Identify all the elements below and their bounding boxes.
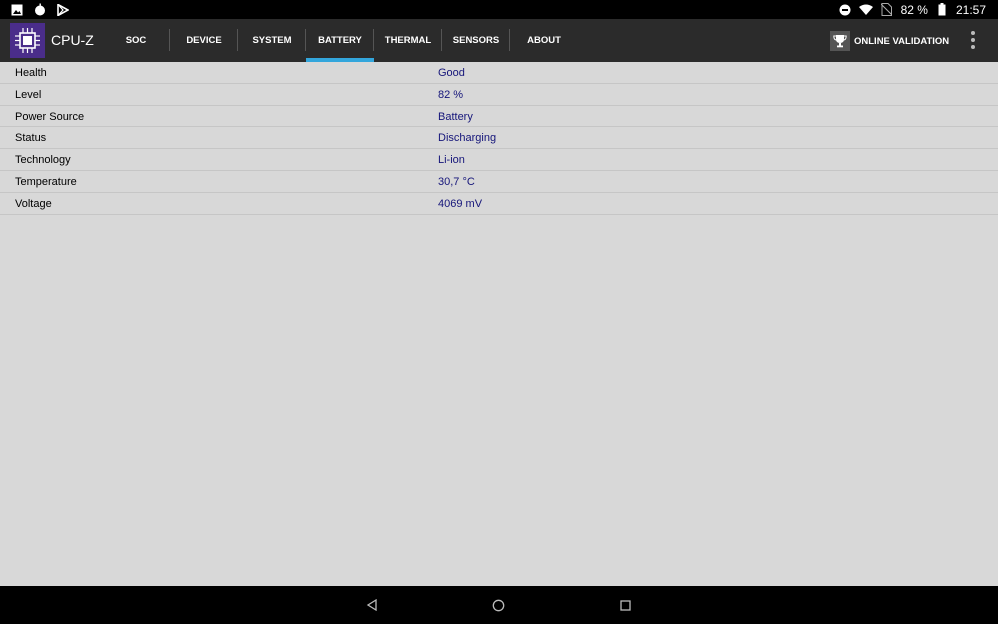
- system-status: 82 % 21:57: [838, 0, 986, 19]
- tab-label: SENSORS: [452, 35, 500, 46]
- info-value: 82 %: [438, 88, 464, 101]
- info-row-level: Level 82 %: [0, 84, 998, 106]
- recents-icon[interactable]: [616, 596, 634, 614]
- tab-device[interactable]: DEVICE: [170, 19, 238, 62]
- tab-label: SOC: [125, 35, 147, 46]
- apple-icon: [33, 3, 47, 17]
- info-row-status: Status Discharging: [0, 127, 998, 150]
- tab-label: THERMAL: [384, 35, 432, 46]
- info-row-voltage: Voltage 4069 mV: [0, 193, 998, 215]
- tab-label: SYSTEM: [252, 35, 292, 46]
- app-title: CPU-Z: [51, 32, 94, 48]
- app-bar: CPU-Z SOC DEVICE SYSTEM BATTERY THERMAL …: [0, 19, 998, 62]
- info-label: Temperature: [15, 175, 77, 188]
- info-row-technology: Technology Li-ion: [0, 149, 998, 171]
- battery-percent: 82 %: [900, 2, 928, 17]
- info-row-temperature: Temperature 30,7 °C: [0, 171, 998, 193]
- battery-info-list: Health Good Level 82 % Power Source Batt…: [0, 62, 998, 586]
- info-value: 30,7 °C: [438, 175, 475, 188]
- no-sim-icon: [880, 3, 894, 17]
- navigation-bar: [0, 586, 998, 624]
- info-row-power-source: Power Source Battery: [0, 106, 998, 128]
- back-icon[interactable]: [363, 596, 381, 614]
- info-label: Status: [15, 132, 47, 145]
- clock: 21:57: [955, 2, 986, 17]
- overflow-menu-icon[interactable]: [966, 31, 980, 49]
- tab-battery[interactable]: BATTERY: [306, 19, 374, 62]
- cpu-chip-icon: [10, 23, 45, 58]
- play-store-icon: [56, 3, 70, 17]
- tab-system[interactable]: SYSTEM: [238, 19, 306, 62]
- tab-soc[interactable]: SOC: [102, 19, 170, 62]
- tab-label: DEVICE: [186, 35, 222, 46]
- wifi-icon: [858, 3, 873, 17]
- do-not-disturb-icon: [838, 3, 852, 17]
- tab-thermal[interactable]: THERMAL: [374, 19, 442, 62]
- info-label: Level: [15, 88, 42, 101]
- tab-bar: SOC DEVICE SYSTEM BATTERY THERMAL SENSOR…: [102, 19, 578, 62]
- info-value: Li-ion: [438, 154, 465, 167]
- info-label: Technology: [15, 154, 71, 167]
- info-label: Health: [15, 67, 47, 79]
- info-value: 4069 mV: [438, 197, 483, 210]
- info-label: Voltage: [15, 197, 52, 210]
- tab-label: BATTERY: [318, 35, 362, 46]
- image-icon: [10, 3, 24, 17]
- notification-icons: [10, 2, 70, 17]
- trophy-icon: [830, 31, 850, 51]
- status-bar: 82 % 21:57: [0, 0, 998, 19]
- info-row-health: Health Good: [0, 62, 998, 84]
- battery-icon: [935, 3, 949, 17]
- home-icon[interactable]: [489, 596, 507, 614]
- info-value: Battery: [438, 110, 473, 123]
- online-validation-label: ONLINE VALIDATION: [854, 35, 950, 47]
- info-value: Good: [438, 67, 465, 79]
- tab-sensors[interactable]: SENSORS: [442, 19, 510, 62]
- info-label: Power Source: [15, 110, 85, 123]
- info-value: Discharging: [438, 132, 497, 145]
- tab-label: ABOUT: [527, 35, 561, 46]
- tab-about[interactable]: ABOUT: [510, 19, 578, 62]
- online-validation-button[interactable]: ONLINE VALIDATION: [830, 30, 949, 52]
